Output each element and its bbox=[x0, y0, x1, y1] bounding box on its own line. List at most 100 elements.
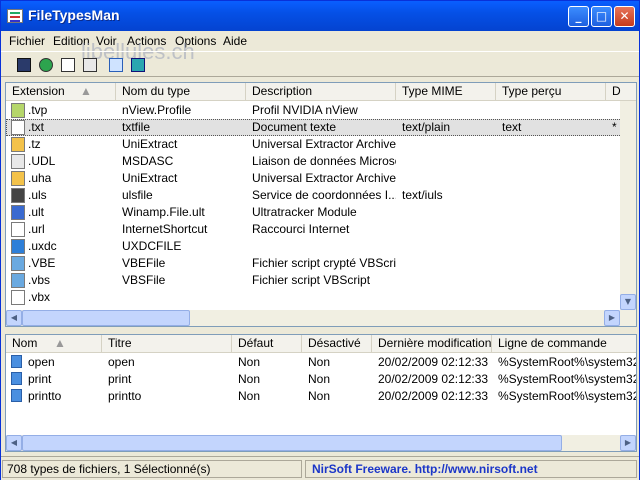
cell-description bbox=[252, 238, 396, 255]
ils-file-icon bbox=[11, 188, 25, 203]
file-types-list[interactable]: Extension ▲ Nom du type Description Type … bbox=[5, 82, 637, 327]
table-row[interactable]: .vbs VBSFile Fichier script VBScript bbox=[6, 272, 636, 289]
col-name-label: Nom bbox=[12, 336, 38, 350]
cell-mime-type bbox=[402, 272, 496, 289]
menu-aide[interactable]: Aide bbox=[223, 34, 247, 48]
table-row[interactable]: .tvp nView.Profile Profil NVIDIA nView bbox=[6, 102, 636, 119]
col-d[interactable]: D bbox=[606, 83, 636, 101]
refresh-button[interactable] bbox=[37, 56, 55, 74]
cell-perceived-type bbox=[502, 255, 606, 272]
properties-button[interactable] bbox=[81, 56, 99, 74]
cell-title: open bbox=[108, 355, 135, 369]
cell-type-name: UniExtract bbox=[122, 171, 178, 185]
cell-mime-type bbox=[402, 170, 496, 187]
cell-type-name: UXDCFILE bbox=[122, 239, 182, 253]
cell-command-line: %SystemRoot%\system32\ bbox=[498, 372, 636, 386]
top-horizontal-thumb[interactable] bbox=[22, 310, 190, 326]
cell-type-name: ulsfile bbox=[122, 188, 153, 202]
cell-type-name: UniExtract bbox=[122, 137, 178, 151]
exit-button[interactable] bbox=[129, 56, 147, 74]
col-name[interactable]: Nom ▲ bbox=[6, 335, 102, 353]
actions-list[interactable]: Nom ▲ Titre Défaut Désactivé Dernière mod… bbox=[5, 334, 637, 452]
cell-perceived-type bbox=[502, 289, 606, 306]
cell-perceived-type bbox=[502, 102, 606, 119]
copy-button[interactable] bbox=[59, 56, 77, 74]
find-button[interactable] bbox=[107, 56, 125, 74]
cell-perceived-type: text bbox=[502, 120, 522, 134]
col-mime-type[interactable]: Type MIME bbox=[396, 83, 496, 101]
title-bar[interactable]: FileTypesMan _ □ ✕ bbox=[1, 1, 639, 31]
cell-default: Non bbox=[238, 389, 261, 403]
cell-last-modified: 20/02/2009 02:12:33 bbox=[378, 372, 489, 386]
scroll-down-button[interactable]: ▼ bbox=[620, 294, 636, 310]
app-icon[interactable] bbox=[7, 9, 23, 23]
cell-extension: .ult bbox=[28, 205, 45, 219]
close-button[interactable]: ✕ bbox=[614, 6, 635, 27]
cell-perceived-type bbox=[502, 170, 606, 187]
col-last-modified[interactable]: Dernière modification bbox=[372, 335, 492, 353]
cell-perceived-type bbox=[502, 187, 606, 204]
cell-command-line: %SystemRoot%\system32\ bbox=[498, 355, 636, 369]
chevron-right-icon: ▶ bbox=[624, 438, 632, 447]
col-title[interactable]: Titre bbox=[102, 335, 232, 353]
save-button[interactable] bbox=[15, 56, 33, 74]
cell-extension: .vbx bbox=[28, 290, 51, 304]
col-default[interactable]: Défaut bbox=[232, 335, 302, 353]
bottom-horizontal-scrollbar[interactable]: ◀ ▶ bbox=[6, 435, 636, 451]
action-icon bbox=[11, 355, 22, 368]
list-item[interactable]: print print Non Non 20/02/2009 02:12:33 %Syst… bbox=[6, 371, 636, 388]
cell-disabled: Non bbox=[308, 372, 331, 386]
menu-fichier[interactable]: Fichier bbox=[9, 34, 45, 48]
cell-type-name: VBSFile bbox=[122, 273, 166, 287]
cell-extension: .txt bbox=[28, 120, 45, 134]
scroll-left-button[interactable]: ◀ bbox=[6, 435, 22, 451]
minimize-button[interactable]: _ bbox=[568, 6, 589, 27]
maximize-button[interactable]: □ bbox=[591, 6, 612, 27]
find-icon bbox=[109, 58, 123, 72]
uxdc-file-icon bbox=[11, 239, 25, 254]
cell-description: Universal Extractor Archive bbox=[252, 137, 396, 151]
scroll-right-button[interactable]: ▶ bbox=[620, 435, 636, 451]
table-row[interactable]: .UDL MSDASC Liaison de données Microsoft bbox=[6, 153, 636, 170]
scroll-right-button[interactable]: ▶ bbox=[604, 310, 620, 326]
col-disabled[interactable]: Désactivé bbox=[302, 335, 372, 353]
table-row[interactable]: .vbx bbox=[6, 289, 636, 306]
top-horizontal-scrollbar[interactable]: ◀ ▶ bbox=[6, 310, 636, 326]
actions-header: Nom ▲ Titre Défaut Désactivé Dernière mod… bbox=[6, 335, 636, 353]
cell-description: Ultratracker Module bbox=[252, 205, 357, 219]
list-item[interactable]: printto printto Non Non 20/02/2009 02:12:33%… bbox=[6, 388, 636, 405]
close-icon: ✕ bbox=[619, 9, 630, 23]
nirsoft-link[interactable]: NirSoft Freeware. http://www.nirsoft.net bbox=[305, 460, 637, 478]
cell-title: print bbox=[108, 372, 132, 386]
vbscript-file-icon bbox=[11, 273, 25, 288]
minimize-icon: _ bbox=[575, 9, 582, 23]
table-row[interactable]: .url InternetShortcut Raccourci Internet bbox=[6, 221, 636, 238]
col-description[interactable]: Description bbox=[246, 83, 396, 101]
table-row[interactable]: .tz UniExtract Universal Extractor Archive bbox=[6, 136, 636, 153]
scroll-left-button[interactable]: ◀ bbox=[6, 310, 22, 326]
table-row[interactable]: .txt txtfile Document texte text/plain text * bbox=[6, 119, 636, 136]
cell-last-modified: 20/02/2009 02:12:33 bbox=[378, 389, 489, 403]
table-row[interactable]: .uxdc UXDCFILE bbox=[6, 238, 636, 255]
cell-type-name: txtfile bbox=[122, 120, 151, 134]
cell-description bbox=[252, 289, 396, 306]
cell-extension: .uls bbox=[28, 188, 47, 202]
col-extension[interactable]: Extension ▲ bbox=[6, 83, 116, 101]
table-row[interactable]: .VBE VBEFile Fichier script crypté VBScrip… bbox=[6, 255, 636, 272]
col-command-line[interactable]: Ligne de commande bbox=[492, 335, 636, 353]
cell-type-name: nView.Profile bbox=[122, 103, 192, 117]
col-type-name[interactable]: Nom du type bbox=[116, 83, 246, 101]
table-row[interactable]: .ult Winamp.File.ult Ultratracker Module bbox=[6, 204, 636, 221]
top-vertical-scrollbar[interactable]: ▼ bbox=[620, 101, 636, 310]
cell-extension: .vbs bbox=[28, 273, 51, 287]
list-item[interactable]: open open Non Non 20/02/2009 02:12:33 %System… bbox=[6, 354, 636, 371]
cell-description: Service de coordonnées I... bbox=[252, 188, 396, 202]
cell-perceived-type bbox=[502, 136, 606, 153]
table-row[interactable]: .uha UniExtract Universal Extractor Archiv… bbox=[6, 170, 636, 187]
table-row[interactable]: .uls ulsfile Service de coordonnées I... te… bbox=[6, 187, 636, 204]
status-bar: 708 types de fichiers, 1 Sélectionné(s) … bbox=[1, 456, 639, 480]
bottom-horizontal-thumb[interactable] bbox=[22, 435, 562, 451]
col-perceived-type[interactable]: Type perçu bbox=[496, 83, 606, 101]
properties-icon bbox=[83, 58, 97, 72]
data-link-file-icon bbox=[11, 154, 25, 169]
